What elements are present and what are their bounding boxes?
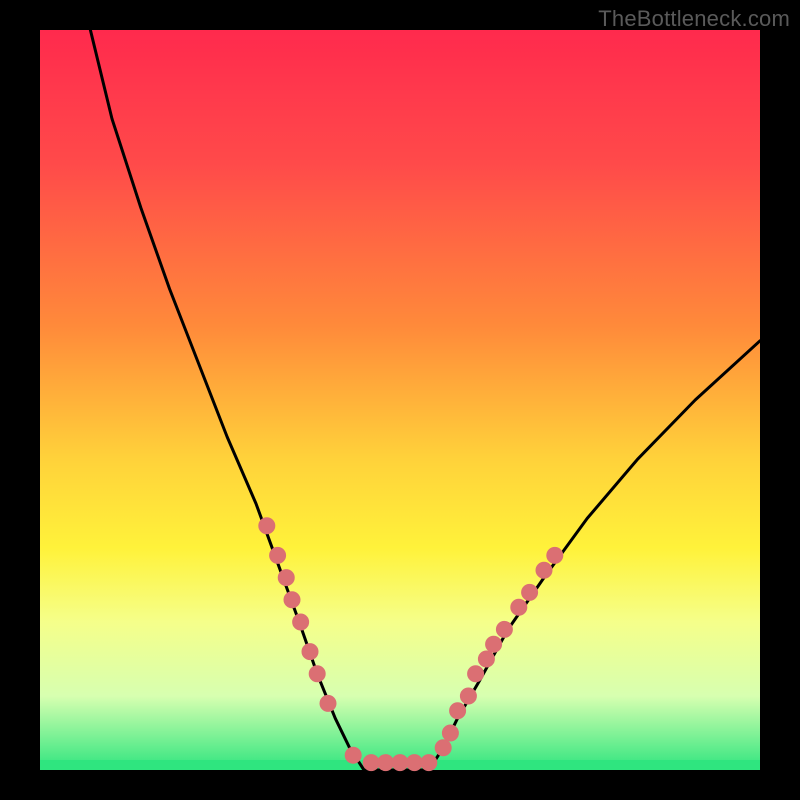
data-marker — [392, 755, 408, 771]
watermark-text: TheBottleneck.com — [598, 6, 790, 32]
data-marker — [442, 725, 458, 741]
data-marker — [278, 570, 294, 586]
data-marker — [511, 599, 527, 615]
chart-stage: TheBottleneck.com — [0, 0, 800, 800]
data-marker — [435, 740, 451, 756]
data-marker — [547, 547, 563, 563]
data-marker — [450, 703, 466, 719]
data-marker — [421, 755, 437, 771]
data-marker — [496, 621, 512, 637]
data-marker — [406, 755, 422, 771]
data-marker — [486, 636, 502, 652]
data-marker — [320, 695, 336, 711]
data-marker — [522, 584, 538, 600]
data-marker — [378, 755, 394, 771]
data-marker — [284, 592, 300, 608]
data-marker — [536, 562, 552, 578]
data-marker — [363, 755, 379, 771]
data-marker — [309, 666, 325, 682]
data-marker — [460, 688, 476, 704]
data-marker — [293, 614, 309, 630]
data-marker — [270, 547, 286, 563]
data-marker — [345, 747, 361, 763]
data-marker — [468, 666, 484, 682]
data-marker — [259, 518, 275, 534]
data-marker — [478, 651, 494, 667]
data-marker — [302, 644, 318, 660]
bottleneck-chart — [0, 0, 800, 800]
